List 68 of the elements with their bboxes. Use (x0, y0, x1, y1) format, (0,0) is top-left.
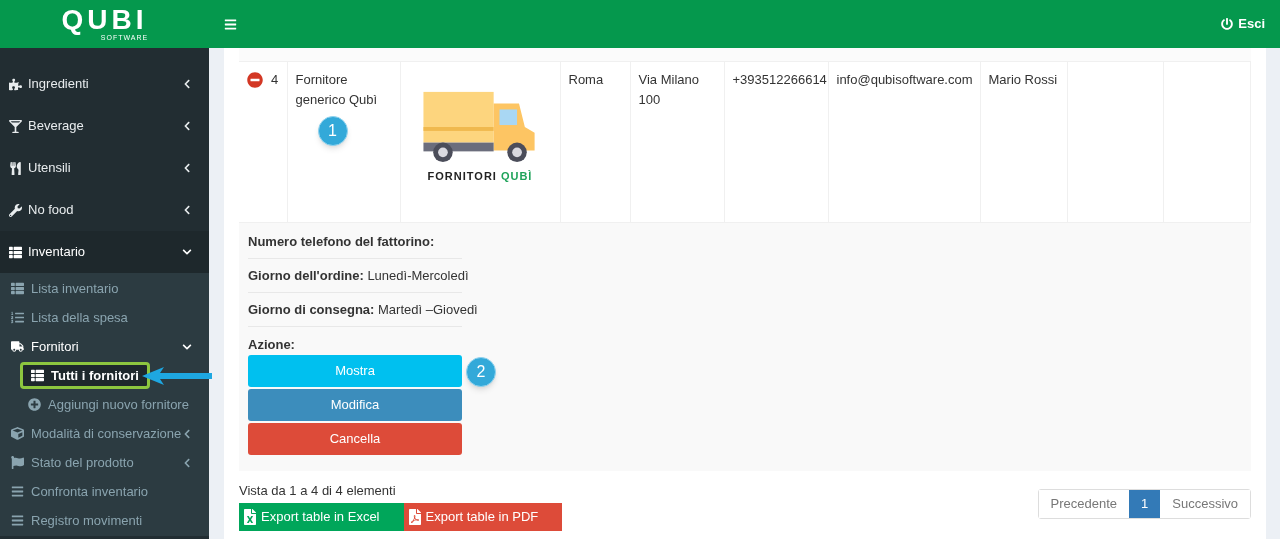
table-cell: Roma (560, 62, 630, 222)
glass-icon (9, 119, 22, 133)
sidebar-submenu-item[interactable]: Stato del prodotto (0, 448, 209, 477)
menu-label: Ingredienti (28, 75, 89, 94)
list-icon (9, 245, 22, 259)
wrench-icon (9, 203, 22, 217)
detail-text: Numero telefono del fattorino: (248, 233, 435, 249)
power-icon (1221, 18, 1234, 30)
step-number-badge: 2 (466, 357, 496, 387)
image-caption: QUBÌ (500, 169, 533, 184)
excel-file-icon (243, 508, 257, 525)
list-icon (31, 369, 44, 382)
sidebar-submenu-item[interactable]: Lista della spesa (0, 303, 209, 332)
detail-text: Giorno di consegna: Martedì –Giovedì (248, 301, 478, 317)
pdf-file-icon (407, 508, 422, 525)
menu-label: Stato del prodotto (31, 453, 134, 472)
table-cell: 4 (239, 62, 287, 222)
sidebar-menu-item[interactable]: Inventario (0, 231, 209, 273)
menu-label: Inventario (28, 243, 86, 262)
menu-label: Modalità di conservazione (31, 424, 182, 443)
menu-icon[interactable] (224, 17, 237, 31)
truck-icon (11, 340, 24, 353)
collapse-row-icon[interactable] (247, 71, 263, 88)
sidebar-submenu-item[interactable]: Aggiungi nuovo fornitore (20, 391, 197, 418)
pagination-button[interactable]: 1 (1129, 490, 1161, 518)
sidebar-submenu-item[interactable]: Registro movimenti (0, 506, 209, 535)
menu-label: Beverage (28, 117, 84, 136)
pointer-arrow-icon (142, 366, 212, 386)
list-icon (11, 282, 24, 295)
menu-label: Registro movimenti (31, 511, 143, 530)
supplier-name: Fornitore generico Qubì (295, 71, 379, 109)
menu-icon (11, 514, 24, 527)
export-button[interactable]: Export table in Excel (239, 502, 404, 531)
utensils-icon (9, 161, 22, 175)
menu-label: Lista della spesa (31, 308, 128, 327)
menu-label: No food (28, 201, 74, 220)
image-caption: FORNITORI (427, 169, 497, 184)
menu-label: Lista inventario (31, 279, 119, 298)
table-cell: info@qubisoftware.com (828, 62, 980, 222)
logo-text: QUBI (61, 6, 148, 34)
step-number-badge: 1 (317, 116, 348, 146)
menu-label: Utensili (28, 159, 71, 178)
puzzle-icon (9, 77, 22, 91)
table-cell: +393512266614 (724, 62, 828, 222)
sidebar-menu-item[interactable]: Ingredienti (0, 63, 209, 105)
sidebar-submenu-item[interactable]: Fornitori (0, 332, 209, 361)
menu-label: Fornitori (31, 337, 79, 356)
action-button[interactable]: Modifica (248, 389, 462, 421)
action-label: Azione: (248, 335, 295, 354)
table-cell: Via Milano 100 (630, 62, 724, 222)
flag-icon (11, 456, 24, 469)
action-button[interactable]: Cancella (248, 423, 462, 455)
menu-icon (11, 485, 24, 498)
cube-icon (11, 427, 24, 440)
sidebar-submenu-item[interactable]: Lista inventario (0, 274, 209, 303)
sidebar-menu-item[interactable]: Utensili (0, 147, 209, 189)
logout-button[interactable]: Esci (1221, 14, 1265, 34)
table-info-text: Vista da 1 a 4 di 4 elementi (239, 482, 397, 500)
sidebar-submenu-item[interactable]: Tutti i fornitori (20, 362, 150, 389)
table-cell: Mario Rossi (980, 62, 1067, 222)
sidebar-submenu-item[interactable]: Modalità di conservazione (0, 419, 209, 448)
sidebar-submenu-item[interactable]: Confronta inventario (0, 477, 209, 506)
sidebar-menu-item[interactable]: Beverage (0, 105, 209, 147)
export-button[interactable]: Export table in PDF (403, 502, 563, 531)
sidebar-menu-item[interactable]: No food (0, 189, 209, 231)
detail-text: Giorno dell'ordine: Lunedì-Mercoledì (248, 267, 469, 283)
list-icon (11, 311, 24, 324)
menu-label: Confronta inventario (31, 482, 149, 501)
